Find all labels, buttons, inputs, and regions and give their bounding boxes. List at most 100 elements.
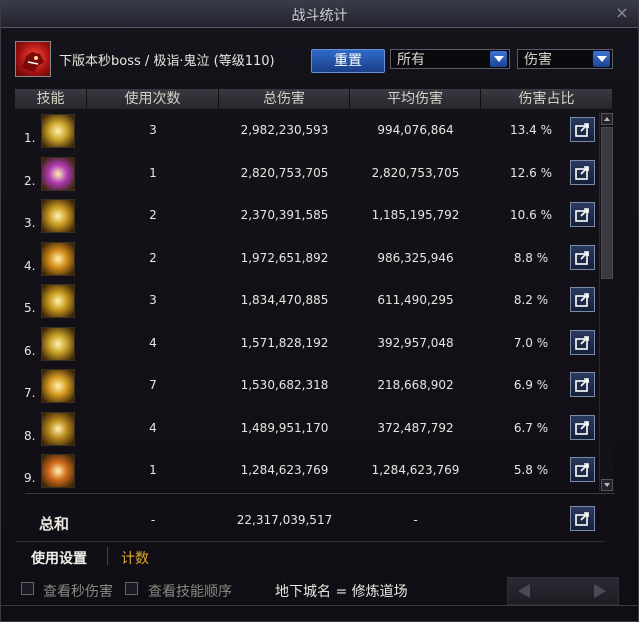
row-uses: 3 <box>149 293 157 307</box>
row-total-damage: 1,489,951,170 <box>240 420 329 435</box>
metric-filter-value: 伤害 <box>524 52 552 68</box>
row-total-damage: 1,571,828,192 <box>240 335 329 350</box>
col-total[interactable]: 总伤害 <box>219 89 350 109</box>
skill-icon <box>41 241 75 276</box>
row-avg-damage: 2,820,753,705 <box>371 165 460 180</box>
row-damage-pct: 6.9 % <box>513 378 549 392</box>
next-page-icon[interactable] <box>594 584 606 598</box>
bottom-line <box>1 605 638 606</box>
skill-icon <box>41 411 75 446</box>
total-avg: - <box>413 513 418 527</box>
row-total-damage: 2,982,230,593 <box>240 123 329 137</box>
row-damage-pct: 8.2 % <box>513 293 549 307</box>
row-total-damage: 2,370,391,585 <box>240 208 329 222</box>
prev-page-icon[interactable] <box>518 584 530 598</box>
share-row-button[interactable] <box>570 372 595 397</box>
table-row: 7. 7 1,530,682,318 218,668,902 6.9 % <box>15 366 595 408</box>
row-index: 6. <box>24 343 36 358</box>
share-row-button[interactable] <box>570 202 595 227</box>
share-row-button[interactable] <box>570 329 595 355</box>
scroll-down-icon[interactable] <box>601 479 613 491</box>
total-uses: - <box>150 513 156 527</box>
pager <box>507 577 619 605</box>
row-total-damage: 1,284,623,769 <box>240 463 329 477</box>
row-total-damage: 1,834,470,885 <box>240 293 329 307</box>
tab-settings[interactable]: 使用设置 <box>31 548 87 568</box>
row-damage-pct: 10.6 % <box>510 208 552 222</box>
table-row: 6. 4 1,571,828,192 392,957,048 7.0 % <box>15 324 595 366</box>
row-damage-pct: 6.7 % <box>513 420 549 435</box>
share-row-button[interactable] <box>570 414 595 440</box>
metric-filter-dropdown[interactable]: 伤害 <box>517 49 613 69</box>
close-icon[interactable]: × <box>614 5 630 21</box>
col-uses[interactable]: 使用次数 <box>87 89 219 109</box>
scroll-thumb[interactable] <box>601 127 613 279</box>
table-row: 9. 1 1,284,623,769 1,284,623,769 5.8 % <box>15 451 595 493</box>
table-row: 8. 4 1,489,951,170 372,487,792 6.7 % <box>15 409 595 451</box>
show-skill-order-label: 查看技能顺序 <box>148 584 232 600</box>
row-uses: 1 <box>149 463 157 477</box>
row-damage-pct: 8.8 % <box>513 250 549 265</box>
reset-button[interactable]: 重置 <box>311 49 385 73</box>
boss-name: 下版本秒boss / 极诣·鬼泣 (等级110) <box>59 54 275 69</box>
share-icon <box>575 463 589 477</box>
row-damage-pct: 12.6 % <box>510 165 552 180</box>
row-index: 3. <box>24 216 36 230</box>
col-skill[interactable]: 技能 <box>15 89 87 109</box>
row-damage-pct: 7.0 % <box>513 335 549 350</box>
tab-separator <box>107 547 108 565</box>
table-row: 2. 1 2,820,753,705 2,820,753,705 12.6 % <box>15 154 595 196</box>
row-avg-damage: 372,487,792 <box>377 420 454 435</box>
share-icon <box>575 420 589 435</box>
row-avg-damage: 218,668,902 <box>377 378 454 392</box>
table-row: 5. 3 1,834,470,885 611,490,295 8.2 % <box>15 281 595 323</box>
row-index: 9. <box>24 471 36 485</box>
share-row-button[interactable] <box>570 159 595 185</box>
target-filter-dropdown[interactable]: 所有 <box>390 49 510 69</box>
battle-stats-window: 战斗统计 × 下版本秒boss / 极诣·鬼泣 (等级110) 重置 所有 伤害… <box>0 0 639 622</box>
table-row: 1. 3 2,982,230,593 994,076,864 13.4 % <box>15 111 595 153</box>
share-row-button[interactable] <box>570 244 595 270</box>
skill-icon <box>41 454 75 488</box>
row-uses: 4 <box>149 420 157 435</box>
share-icon <box>575 378 589 392</box>
row-total-damage: 2,820,753,705 <box>240 165 329 180</box>
skill-icon <box>41 199 75 233</box>
row-total-damage: 1,972,651,892 <box>240 250 329 265</box>
row-avg-damage: 994,076,864 <box>377 123 454 137</box>
title-bar[interactable]: 战斗统计 × <box>1 1 638 28</box>
share-row-button[interactable] <box>570 117 595 142</box>
dungeon-name: 地下城名 = 修炼道场 <box>275 584 408 600</box>
show-skill-order-checkbox[interactable] <box>125 582 138 595</box>
total-row: 总和 - 22,317,039,517 - <box>15 499 615 535</box>
col-avg[interactable]: 平均伤害 <box>350 89 481 109</box>
tab-count[interactable]: 计数 <box>121 548 149 568</box>
share-icon <box>575 123 589 137</box>
row-uses: 1 <box>149 165 157 180</box>
total-label: 总和 <box>39 515 70 533</box>
divider <box>25 493 615 494</box>
table-row: 4. 2 1,972,651,892 986,325,946 8.8 % <box>15 239 595 281</box>
total-damage: 22,317,039,517 <box>236 513 333 527</box>
chevron-down-icon <box>490 51 507 67</box>
share-row-button[interactable] <box>570 457 595 482</box>
row-uses: 2 <box>149 250 157 265</box>
scrollbar[interactable] <box>599 113 614 491</box>
share-row-button[interactable] <box>570 287 595 312</box>
share-icon <box>575 250 589 265</box>
row-index: 8. <box>24 428 36 443</box>
boss-avatar <box>15 41 51 77</box>
scroll-up-icon[interactable] <box>601 113 613 125</box>
skill-icon <box>41 284 75 318</box>
show-dps-checkbox[interactable] <box>21 582 34 595</box>
skill-icon <box>41 156 75 191</box>
row-index: 2. <box>24 173 36 188</box>
share-icon <box>575 165 589 180</box>
share-total-button[interactable] <box>570 506 595 531</box>
col-pct[interactable]: 伤害占比 <box>481 89 613 109</box>
row-avg-damage: 611,490,295 <box>377 293 454 307</box>
chevron-down-icon <box>593 51 610 67</box>
row-uses: 4 <box>149 335 157 350</box>
show-dps-label: 查看秒伤害 <box>43 584 113 600</box>
row-avg-damage: 1,284,623,769 <box>371 463 460 477</box>
